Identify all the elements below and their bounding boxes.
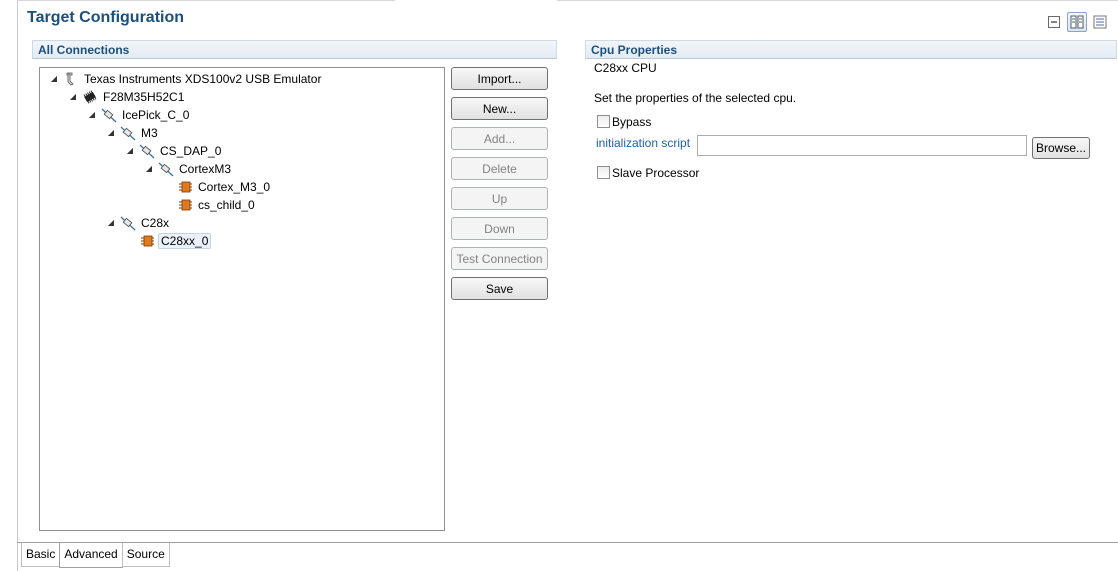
- save-button[interactable]: Save: [451, 277, 548, 300]
- tree-node-cortexm3[interactable]: ◢ CortexM3: [144, 160, 233, 177]
- down-button[interactable]: Down: [451, 217, 548, 240]
- tree-node-label: F28M35H52C1: [103, 89, 185, 104]
- init-script-label[interactable]: initialization script: [596, 136, 690, 150]
- tree-node-label: CS_DAP_0: [160, 143, 222, 158]
- cpu-description: Set the properties of the selected cpu.: [594, 91, 797, 105]
- init-script-input[interactable]: [697, 135, 1027, 156]
- expand-toggle-icon[interactable]: ◢: [68, 92, 78, 101]
- delete-button[interactable]: Delete: [451, 157, 548, 180]
- router-icon: [158, 161, 174, 177]
- tree-node-label: C28x: [141, 215, 170, 230]
- connections-tree[interactable]: ◢ Texas Instruments XDS100v2 USB Emulato…: [39, 67, 445, 531]
- tree-node-icepick[interactable]: ◢ IcePick_C_0: [87, 106, 191, 123]
- tab-source[interactable]: Source: [121, 543, 170, 567]
- expand-toggle-icon[interactable]: ◢: [106, 128, 116, 137]
- bypass-checkbox[interactable]: [597, 115, 610, 128]
- cpu-icon: [139, 233, 155, 249]
- tab-basic[interactable]: Basic: [21, 543, 61, 567]
- expand-toggle-icon[interactable]: ◢: [125, 146, 135, 155]
- expand-toggle-icon[interactable]: ◢: [87, 110, 97, 119]
- router-icon: [139, 143, 155, 159]
- tree-node-c28xx-0[interactable]: C28xx_0: [139, 232, 212, 249]
- list-view-icon[interactable]: [1090, 12, 1110, 32]
- expand-toggle-icon[interactable]: ◢: [106, 218, 116, 227]
- slave-processor-checkbox[interactable]: [597, 166, 610, 179]
- tree-node-label: cs_child_0: [198, 197, 255, 212]
- up-button[interactable]: Up: [451, 187, 548, 210]
- tree-view-icon[interactable]: [1067, 12, 1087, 32]
- cpu-name: C28xx CPU: [594, 61, 657, 75]
- tree-node-cs-child-0[interactable]: cs_child_0: [177, 196, 257, 213]
- collapse-all-icon[interactable]: [1044, 12, 1064, 32]
- tree-node-label: CortexM3: [179, 161, 232, 176]
- emulator-icon: [63, 71, 79, 87]
- cpu-icon: [177, 197, 193, 213]
- new-button[interactable]: New...: [451, 97, 548, 120]
- tab-advanced[interactable]: Advanced: [59, 543, 123, 568]
- router-icon: [120, 125, 136, 141]
- expand-toggle-icon[interactable]: ◢: [144, 164, 154, 173]
- test-connection-button[interactable]: Test Connection: [451, 247, 548, 270]
- slave-processor-label: Slave Processor: [612, 166, 700, 180]
- bypass-label: Bypass: [612, 115, 652, 129]
- tree-node-cs-dap[interactable]: ◢ CS_DAP_0: [125, 142, 223, 159]
- tree-node-label: C28xx_0: [158, 232, 212, 249]
- router-icon: [101, 107, 117, 123]
- tree-node-cortex-m3-0[interactable]: Cortex_M3_0: [177, 178, 272, 195]
- expand-toggle-icon[interactable]: ◢: [49, 74, 59, 83]
- tree-node-label: Texas Instruments XDS100v2 USB Emulator: [84, 71, 322, 86]
- tab-divider: [17, 542, 1118, 543]
- tree-node-label: M3: [141, 125, 158, 140]
- cpu-icon: [177, 179, 193, 195]
- cpu-properties-header: Cpu Properties: [585, 40, 1117, 59]
- view-toolbar: [1044, 12, 1110, 32]
- top-divider: [557, 0, 1118, 1]
- editor-tabs: Basic Advanced Source: [21, 543, 170, 568]
- page-title: Target Configuration: [27, 9, 185, 26]
- tree-node-m3[interactable]: ◢ M3: [106, 124, 160, 141]
- tree-node-label: Cortex_M3_0: [198, 179, 271, 194]
- all-connections-header: All Connections: [32, 40, 557, 59]
- tree-node-label: IcePick_C_0: [122, 107, 190, 122]
- router-icon: [120, 215, 136, 231]
- tree-node-device[interactable]: ◢ F28M35H52C1: [68, 88, 186, 105]
- import-button[interactable]: Import...: [451, 67, 548, 90]
- tree-node-c28x[interactable]: ◢ C28x: [106, 214, 171, 231]
- browse-button[interactable]: Browse...: [1032, 137, 1090, 159]
- chip-icon: [82, 89, 98, 105]
- add-button[interactable]: Add...: [451, 127, 548, 150]
- tree-node-emulator[interactable]: ◢ Texas Instruments XDS100v2 USB Emulato…: [49, 70, 323, 87]
- top-divider: [17, 0, 395, 1]
